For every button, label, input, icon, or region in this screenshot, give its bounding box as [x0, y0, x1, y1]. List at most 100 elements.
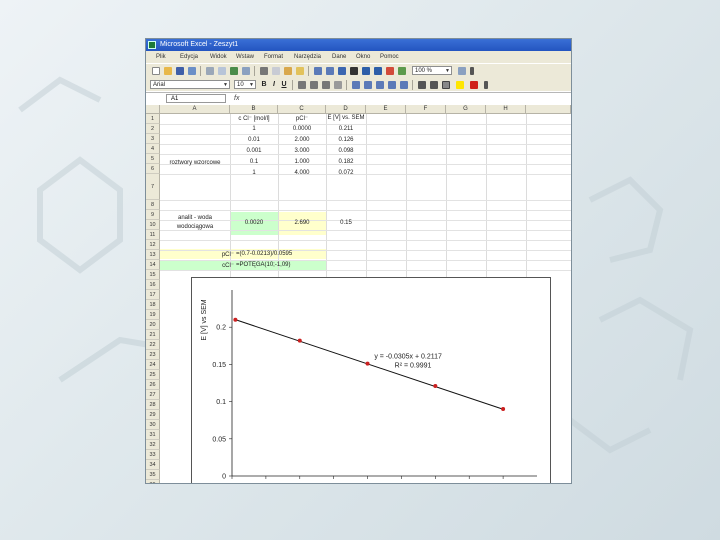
cell-a10[interactable]: cCl⁻	[206, 262, 234, 269]
row-header-19[interactable]: 19	[146, 310, 160, 320]
cell-c3[interactable]: 2.000	[278, 137, 326, 143]
sort-ascending-icon[interactable]	[362, 67, 370, 75]
cell-d5[interactable]: 0.182	[326, 159, 366, 165]
copy-icon[interactable]	[272, 67, 280, 75]
row-header-6[interactable]: 6	[146, 164, 160, 174]
percent-icon[interactable]	[364, 81, 372, 89]
cell-c5[interactable]: 1.000	[278, 159, 326, 165]
column-header-c[interactable]: C	[278, 105, 326, 114]
cell-c7[interactable]: 2.690	[278, 220, 326, 226]
cell-b7[interactable]: 0.0020	[230, 220, 278, 226]
align-center-icon[interactable]	[310, 81, 318, 89]
row-header-17[interactable]: 17	[146, 290, 160, 300]
cell-c4[interactable]: 3.000	[278, 148, 326, 154]
bold-button[interactable]: B	[260, 81, 268, 89]
row-header-3[interactable]: 3	[146, 134, 160, 144]
paste-icon[interactable]	[284, 67, 292, 75]
undo-icon[interactable]	[314, 67, 322, 75]
drawing-icon[interactable]	[398, 67, 406, 75]
menu-window[interactable]: Okno	[356, 51, 370, 63]
row-header-12[interactable]: 12	[146, 240, 160, 250]
align-right-icon[interactable]	[322, 81, 330, 89]
cell-a9[interactable]: pCl⁻	[206, 251, 234, 258]
format-painter-icon[interactable]	[296, 67, 304, 75]
menu-format[interactable]: Format	[264, 51, 283, 63]
column-header-g[interactable]: G	[446, 105, 486, 114]
row-header-36[interactable]: 36	[146, 480, 160, 483]
column-header-a[interactable]: A	[160, 105, 230, 114]
decrease-decimal-icon[interactable]	[400, 81, 408, 89]
row-header-14[interactable]: 14	[146, 260, 160, 270]
chart-wizard-icon[interactable]	[386, 67, 394, 75]
cell-d4[interactable]: 0.098	[326, 148, 366, 154]
row-header-33[interactable]: 33	[146, 450, 160, 460]
increase-decimal-icon[interactable]	[388, 81, 396, 89]
italic-button[interactable]: I	[270, 81, 278, 89]
row-header-30[interactable]: 30	[146, 420, 160, 430]
column-header-d[interactable]: D	[326, 105, 366, 114]
row-header-10[interactable]: 10	[146, 220, 160, 230]
spelling-icon[interactable]	[230, 67, 238, 75]
menu-data[interactable]: Dane	[332, 51, 346, 63]
row-header-4[interactable]: 4	[146, 144, 160, 154]
cell-a7-line1[interactable]: analit - woda	[160, 215, 230, 221]
cell-d2[interactable]: 0.211	[326, 126, 366, 132]
cell-b10[interactable]: =POTĘGA(10;-1,09)	[236, 262, 326, 268]
row-header-27[interactable]: 27	[146, 390, 160, 400]
row-header-24[interactable]: 24	[146, 360, 160, 370]
row-header-7[interactable]: 7	[146, 174, 160, 200]
cell-d6[interactable]: 0.072	[326, 170, 366, 176]
toolbar-options-icon[interactable]	[470, 67, 474, 75]
cell-d7[interactable]: 0.15	[326, 220, 366, 226]
embedded-chart[interactable]: 0 0.5 1 1.5 2 2.5 3 3.5 4 0 0.05 0.1 0.15 0.2 E [V] vs…	[191, 277, 551, 483]
column-header-b[interactable]: B	[230, 105, 278, 114]
cell-a7-line2[interactable]: wodociągowa	[160, 224, 230, 230]
cut-icon[interactable]	[260, 67, 268, 75]
column-header-f[interactable]: F	[406, 105, 446, 114]
row-header-1[interactable]: 1	[146, 114, 160, 124]
redo-icon[interactable]	[326, 67, 334, 75]
menu-tools[interactable]: Narzędzia	[294, 51, 321, 63]
cell-c6[interactable]: 4.000	[278, 170, 326, 176]
font-color-icon[interactable]	[470, 81, 478, 89]
menu-file[interactable]: Plik	[156, 51, 166, 63]
row-header-29[interactable]: 29	[146, 410, 160, 420]
row-header-8[interactable]: 8	[146, 200, 160, 210]
permission-icon[interactable]	[188, 67, 196, 75]
row-header-18[interactable]: 18	[146, 300, 160, 310]
row-header-2[interactable]: 2	[146, 124, 160, 134]
help-icon[interactable]	[458, 67, 466, 75]
new-icon[interactable]	[152, 67, 160, 75]
cell-d1[interactable]: E [V] vs. SEM	[326, 115, 366, 121]
worksheet-grid[interactable]: A B C D E F G H 1 2 3 4 5 6 7 8 9 10 11 12 13 14 15 16 1…	[146, 105, 571, 483]
cell-c2[interactable]: 0.0000	[278, 126, 326, 132]
print-preview-icon[interactable]	[218, 67, 226, 75]
select-all-corner[interactable]	[146, 105, 160, 114]
menu-help[interactable]: Pomoc	[380, 51, 399, 63]
row-header-15[interactable]: 15	[146, 270, 160, 280]
row-header-16[interactable]: 16	[146, 280, 160, 290]
cell-b3[interactable]: 0.01	[230, 137, 278, 143]
row-header-22[interactable]: 22	[146, 340, 160, 350]
row-header-32[interactable]: 32	[146, 440, 160, 450]
insert-function-icon[interactable]: fx	[234, 93, 239, 105]
row-header-5[interactable]: 5	[146, 154, 160, 164]
underline-button[interactable]: U	[280, 81, 288, 89]
currency-icon[interactable]	[352, 81, 360, 89]
cell-b4[interactable]: 0.001	[230, 148, 278, 154]
row-header-31[interactable]: 31	[146, 430, 160, 440]
decrease-indent-icon[interactable]	[418, 81, 426, 89]
row-header-23[interactable]: 23	[146, 350, 160, 360]
menu-edit[interactable]: Edycja	[180, 51, 198, 63]
row-header-26[interactable]: 26	[146, 380, 160, 390]
hyperlink-icon[interactable]	[338, 67, 346, 75]
align-left-icon[interactable]	[298, 81, 306, 89]
print-icon[interactable]	[206, 67, 214, 75]
sort-descending-icon[interactable]	[374, 67, 382, 75]
research-icon[interactable]	[242, 67, 250, 75]
menu-insert[interactable]: Wstaw	[236, 51, 254, 63]
cell-a-calib-label[interactable]: roztwory wzorcowe	[160, 160, 230, 166]
save-icon[interactable]	[176, 67, 184, 75]
row-header-28[interactable]: 28	[146, 400, 160, 410]
cell-c1[interactable]: pCl⁻	[278, 115, 326, 122]
